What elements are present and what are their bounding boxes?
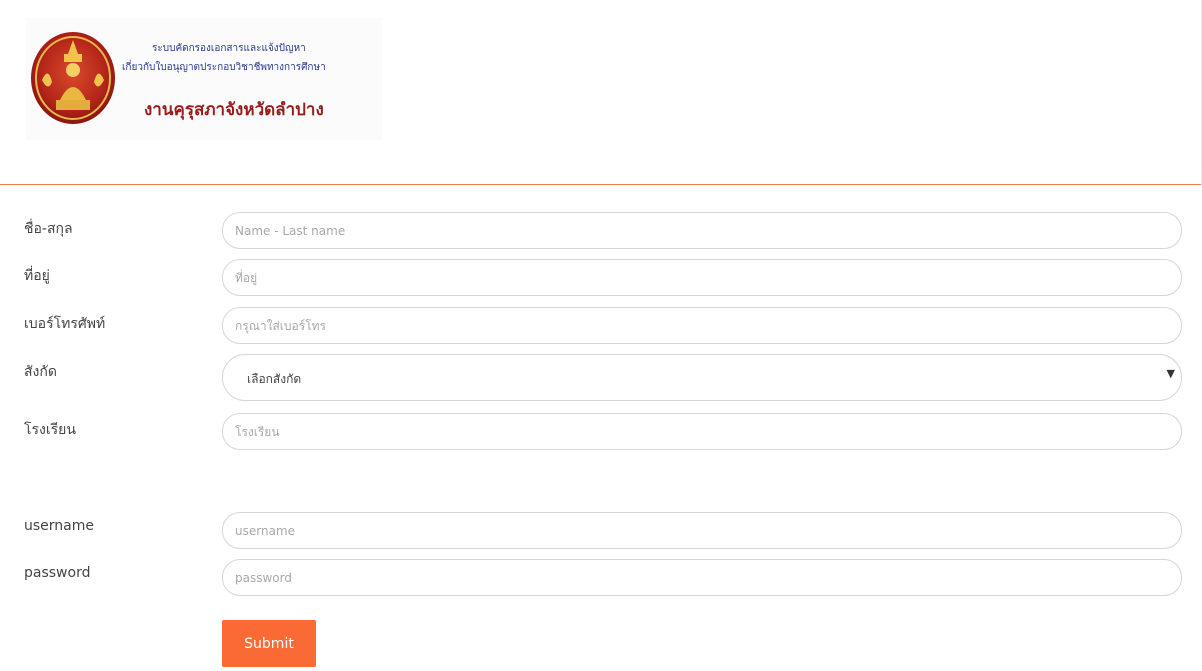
password-label: password	[24, 565, 91, 581]
school-input[interactable]	[222, 413, 1182, 450]
royal-emblem-icon	[31, 32, 115, 124]
chevron-down-icon: ▼	[1166, 367, 1175, 380]
address-input[interactable]	[222, 259, 1182, 296]
phone-label: เบอร์โทรศัพท์	[24, 316, 106, 332]
phone-input[interactable]	[222, 307, 1182, 344]
affiliation-label: สังกัด	[24, 364, 57, 380]
school-label: โรงเรียน	[24, 422, 76, 438]
name-label: ชื่อ-สกุล	[24, 221, 73, 237]
page: ระบบคัดกรองเอกสารและแจ้งปัญหา เกี่ยวกับใ…	[0, 0, 1202, 671]
address-label: ที่อยู่	[24, 268, 50, 284]
affiliation-select[interactable]: เลือกสังกัด ▼	[222, 354, 1182, 401]
header: ระบบคัดกรองเอกสารและแจ้งปัญหา เกี่ยวกับใ…	[0, 0, 1202, 185]
password-input[interactable]	[222, 559, 1182, 596]
username-label: username	[24, 518, 94, 534]
banner-subtitle-line1: ระบบคัดกรองเอกสารและแจ้งปัญหา	[152, 43, 306, 54]
banner-title: งานคุรุสภาจังหวัดลำปาง	[144, 100, 324, 120]
name-input[interactable]	[222, 212, 1182, 249]
username-input[interactable]	[222, 512, 1182, 549]
affiliation-selected-value: เลือกสังกัด	[247, 372, 302, 386]
site-banner[interactable]: ระบบคัดกรองเอกสารและแจ้งปัญหา เกี่ยวกับใ…	[26, 18, 382, 140]
banner-subtitle-line2: เกี่ยวกับใบอนุญาตประกอบวิชาชีพทางการศึกษ…	[122, 62, 326, 73]
submit-button[interactable]: Submit	[222, 620, 316, 667]
